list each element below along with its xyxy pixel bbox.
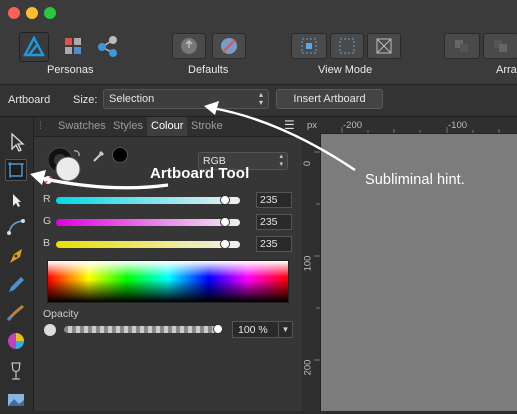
artboard-tool-icon[interactable]	[5, 159, 27, 181]
defaults-label: Defaults	[188, 64, 229, 76]
size-label: Size:	[73, 94, 98, 106]
corner-tool-icon[interactable]	[5, 216, 27, 238]
main-toolbar: Personas Defaults View Mode Arra	[0, 0, 517, 85]
opacity-slider[interactable]	[64, 326, 220, 333]
context-toolbar: Artboard Size: Selection ▴ ▾ Insert Artbo…	[0, 85, 517, 117]
tab-styles[interactable]: Styles	[113, 120, 143, 132]
tab-swatches[interactable]: Swatches	[58, 120, 106, 132]
blue-slider[interactable]	[56, 241, 240, 248]
panel-tabs: ⁞ Swatches Styles Colour Stroke ☰	[34, 117, 302, 137]
view-mode-outline-button[interactable]	[367, 33, 401, 59]
arrange-forward-button[interactable]	[483, 33, 517, 59]
size-dropdown-value: Selection	[109, 93, 155, 105]
fill-stroke-wells[interactable]	[44, 147, 84, 187]
move-tool-icon[interactable]	[5, 131, 27, 153]
pixel-persona-icon[interactable]	[59, 32, 87, 60]
vector-brush-tool-icon[interactable]	[5, 302, 27, 324]
dropdown-stepper-icon: ▴ ▾	[258, 90, 263, 107]
transparency-tool-icon[interactable]	[5, 360, 27, 382]
insert-artboard-button[interactable]: Insert Artboard	[276, 89, 383, 109]
arrange-back-button[interactable]	[444, 33, 480, 59]
revert-defaults-button[interactable]	[212, 33, 246, 59]
green-slider[interactable]	[56, 219, 240, 226]
close-window-button[interactable]	[8, 7, 20, 19]
opacity-label: Opacity	[43, 308, 79, 320]
view-mode-pixels-button[interactable]	[291, 33, 327, 59]
pencil-tool-icon[interactable]	[5, 274, 27, 296]
ruler-top: px -200 -100	[302, 117, 517, 134]
annotation-subliminal-hint: Subliminal hint.	[365, 172, 465, 188]
zoom-window-button[interactable]	[44, 7, 56, 19]
personas-label: Personas	[47, 64, 94, 76]
blue-channel-label: B	[43, 237, 51, 249]
dropdown-stepper-icon: ▴ ▾	[279, 153, 283, 168]
opacity-slider-thumb[interactable]	[213, 324, 223, 334]
picked-color-swatch	[112, 147, 128, 163]
blue-value-field[interactable]: 235	[256, 236, 292, 252]
opacity-value: 100 %	[238, 324, 268, 336]
minimize-window-button[interactable]	[26, 7, 38, 19]
color-picker-icon[interactable]	[92, 147, 108, 163]
red-value-field[interactable]: 235	[256, 192, 292, 208]
context-tool-name: Artboard	[8, 94, 51, 106]
colour-panel: ⁞ Swatches Styles Colour Stroke ☰ RGB ▴ ▾…	[34, 117, 302, 411]
tab-stroke[interactable]: Stroke	[191, 120, 223, 132]
node-tool-icon[interactable]	[5, 189, 27, 211]
sync-defaults-button[interactable]	[172, 33, 206, 59]
opacity-field[interactable]: 100 % ▼	[232, 321, 293, 338]
place-image-tool-icon[interactable]	[5, 389, 27, 411]
designer-persona-icon[interactable]	[19, 32, 49, 62]
panel-menu-icon[interactable]: ☰	[284, 118, 295, 132]
red-slider[interactable]	[56, 197, 240, 204]
opacity-reset-icon[interactable]	[44, 324, 56, 336]
pen-tool-icon[interactable]	[5, 245, 27, 267]
tab-colour[interactable]: Colour	[147, 117, 188, 136]
tools-panel	[0, 117, 34, 411]
fill-tool-icon[interactable]	[5, 330, 27, 352]
export-persona-icon[interactable]	[94, 32, 122, 60]
colour-spectrum[interactable]	[47, 260, 289, 303]
view-mode-retina-button[interactable]	[330, 33, 364, 59]
view-mode-label: View Mode	[318, 64, 373, 76]
red-channel-label: R	[43, 193, 51, 205]
size-dropdown[interactable]: Selection ▴ ▾	[103, 89, 269, 109]
arrange-label: Arra	[496, 64, 517, 76]
annotation-artboard-tool: Artboard Tool	[150, 165, 250, 182]
green-channel-label: G	[43, 215, 52, 227]
ruler-left: 0 100 200	[302, 133, 321, 411]
panel-grip-icon[interactable]: ⁞	[39, 120, 42, 132]
chevron-down-icon[interactable]: ▼	[278, 322, 292, 337]
green-value-field[interactable]: 235	[256, 214, 292, 230]
